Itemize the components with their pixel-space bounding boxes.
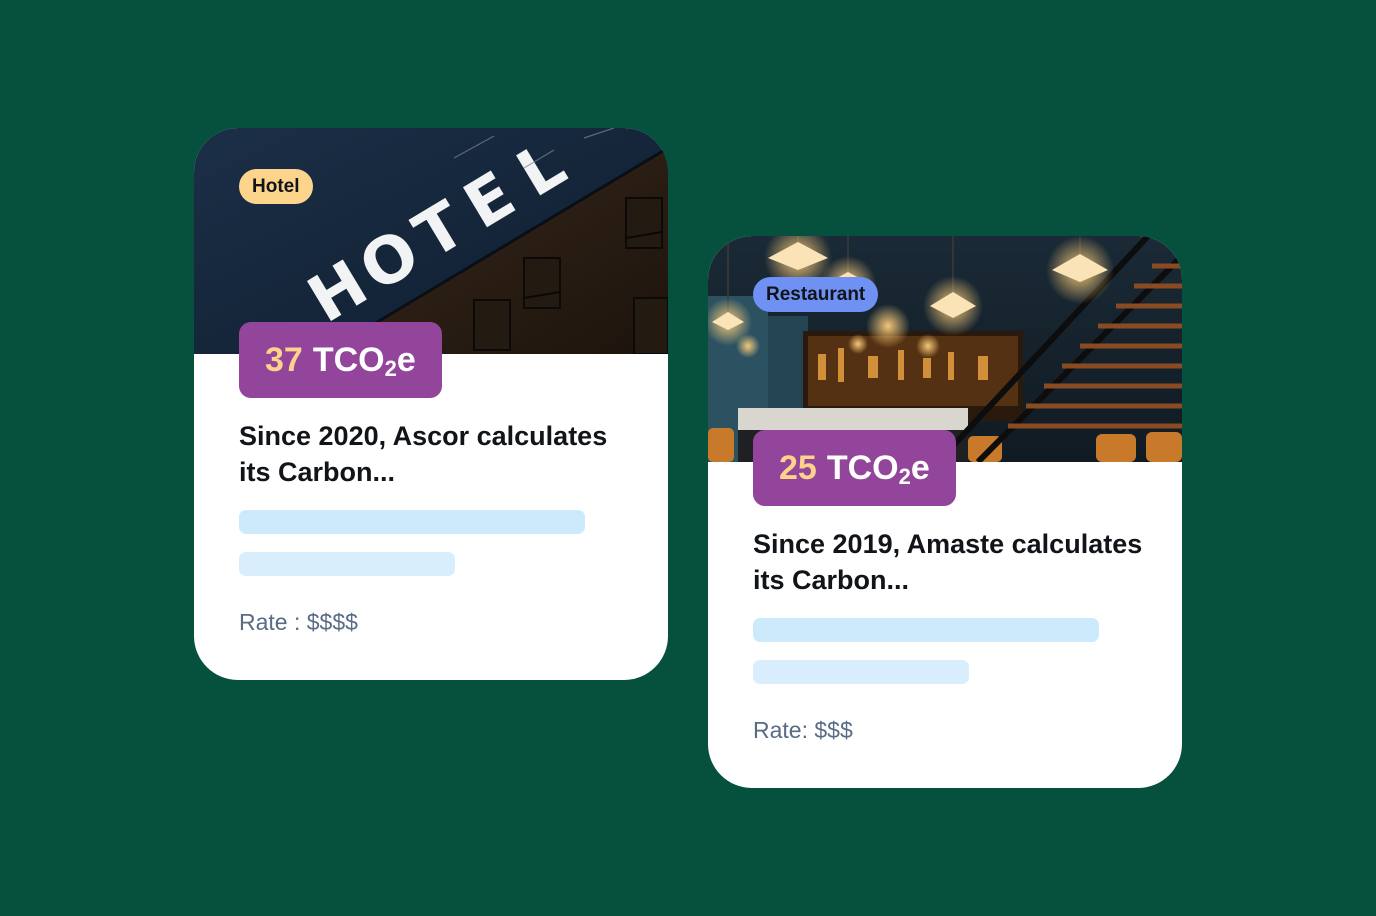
rate-label: Rate: $$$ — [753, 717, 853, 743]
co2-value: 37 — [265, 341, 303, 379]
hotel-photo: H O T E L — [194, 128, 668, 354]
card-headline[interactable]: Since 2020, Ascor calculates its Carbon.… — [239, 418, 639, 490]
text-placeholder-line — [753, 660, 969, 684]
co2-emissions-badge: 25 TCO2e — [753, 430, 956, 506]
co2-value: 25 — [779, 449, 817, 487]
restaurant-card[interactable]: Restaurant 25 TCO2e Since 2019, Amaste ca… — [708, 236, 1182, 788]
hotel-card[interactable]: H O T E L Hotel 37 TCO2e Since 2020, Asco… — [194, 128, 668, 680]
category-badge-restaurant[interactable]: Restaurant — [753, 277, 879, 312]
rate-label: Rate : $$$$ — [239, 609, 358, 635]
category-badge-hotel[interactable]: Hotel — [239, 169, 313, 204]
co2-unit: TCO2e — [826, 449, 930, 489]
co2-unit: TCO2e — [312, 341, 416, 381]
text-placeholder-line — [753, 618, 1099, 642]
text-placeholder-line — [239, 552, 455, 576]
card-headline[interactable]: Since 2019, Amaste calculates its Carbon… — [753, 526, 1153, 598]
text-placeholder-line — [239, 510, 585, 534]
co2-emissions-badge: 37 TCO2e — [239, 322, 442, 398]
restaurant-photo — [708, 236, 1182, 462]
